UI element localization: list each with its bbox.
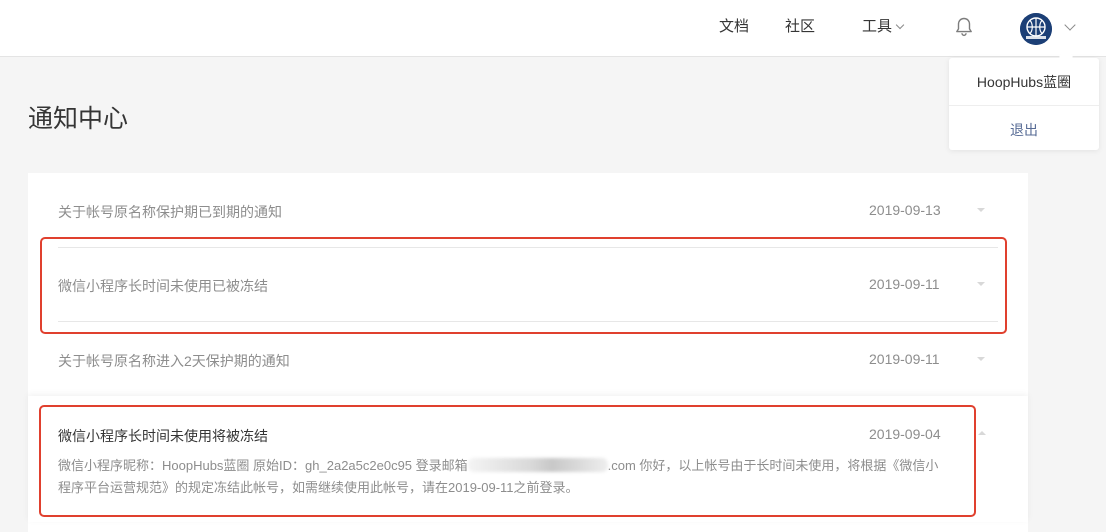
- chevron-down-icon: [895, 20, 905, 30]
- nav-tools-label: 工具: [862, 18, 893, 35]
- row-divider: [58, 247, 998, 248]
- notification-row[interactable]: 关于帐号原名称保护期已到期的通知 2019-09-13: [58, 202, 998, 222]
- notification-title: 微信小程序长时间未使用已被冻结: [58, 278, 268, 294]
- logout-item[interactable]: 退出: [949, 120, 1099, 140]
- top-navbar: 文档 社区 工具: [0, 0, 1106, 57]
- notification-row[interactable]: 关于帐号原名称进入2天保护期的通知 2019-09-11: [58, 351, 998, 371]
- chevron-down-icon: [977, 282, 985, 286]
- expanded-notification-title: 微信小程序长时间未使用将被冻结: [58, 428, 268, 444]
- expanded-notification-body: 微信小程序昵称：HoopHubs蓝圈 原始ID：gh_2a2a5c2e0c95 …: [58, 455, 948, 499]
- nav-docs-link[interactable]: 文档: [719, 17, 749, 37]
- redacted-email: [467, 458, 608, 472]
- notification-title: 关于帐号原名称保护期已到期的通知: [58, 204, 282, 220]
- expanded-notification[interactable]: 微信小程序长时间未使用将被冻结 2019-09-04 微信小程序昵称：HoopH…: [28, 396, 1028, 522]
- nav-community-link[interactable]: 社区: [785, 17, 815, 37]
- row-divider: [58, 321, 998, 322]
- notification-title: 关于帐号原名称进入2天保护期的通知: [58, 353, 290, 369]
- user-dropdown-menu: HoopHubs蓝圈 退出: [949, 58, 1099, 150]
- nav-tools-menu[interactable]: 工具: [862, 17, 905, 37]
- notification-row[interactable]: 微信小程序长时间未使用已被冻结 2019-09-11: [58, 276, 998, 296]
- chevron-down-icon[interactable]: [1064, 19, 1076, 31]
- chevron-up-icon[interactable]: [978, 431, 986, 435]
- chevron-down-icon: [977, 208, 985, 212]
- notification-date: 2019-09-11: [869, 276, 940, 292]
- menu-divider: [949, 105, 1099, 106]
- body-text-part1: 微信小程序昵称：HoopHubs蓝圈 原始ID：gh_2a2a5c2e0c95 …: [58, 458, 468, 473]
- expanded-notification-date: 2019-09-04: [869, 426, 941, 442]
- bell-icon[interactable]: [954, 16, 974, 38]
- page-title: 通知中心: [28, 105, 129, 133]
- chevron-down-icon: [977, 357, 985, 361]
- account-name-item[interactable]: HoopHubs蓝圈: [949, 72, 1099, 92]
- notification-date: 2019-09-11: [869, 351, 940, 367]
- user-avatar[interactable]: [1020, 13, 1052, 45]
- notification-date: 2019-09-13: [869, 202, 941, 218]
